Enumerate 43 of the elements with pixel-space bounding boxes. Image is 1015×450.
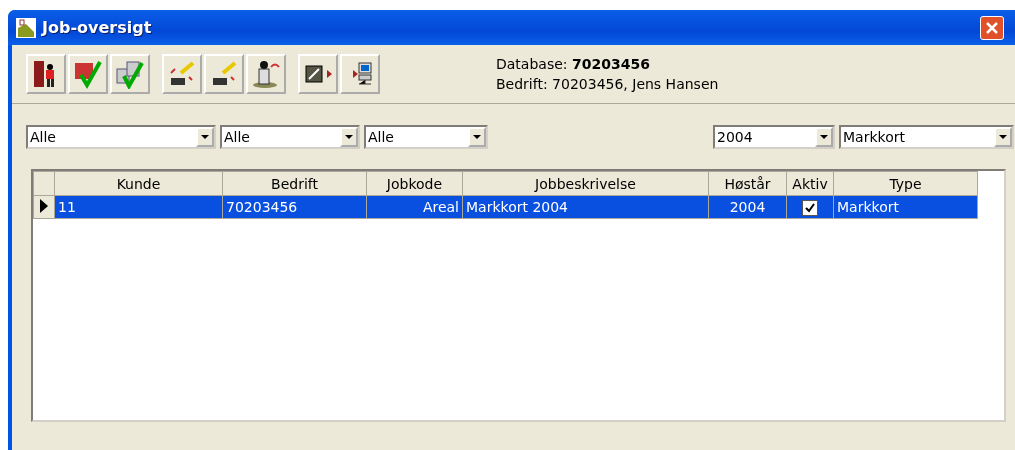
table-cell: 70203456 — [222, 195, 367, 219]
dropdown-arrow-icon — [201, 135, 209, 139]
column-header[interactable]: Type — [833, 171, 978, 196]
dropdown-button[interactable] — [340, 127, 358, 147]
filter-dropdown[interactable]: Alle — [220, 125, 360, 149]
database-text: Database: 70203456 — [496, 56, 651, 72]
close-icon — [985, 20, 999, 35]
window-title: Job-oversigt — [42, 18, 153, 37]
dropdown-button[interactable] — [468, 127, 486, 147]
toolbar-button[interactable] — [340, 54, 380, 94]
column-header[interactable]: Bedrift — [222, 171, 367, 196]
toolbar-button[interactable] — [246, 54, 286, 94]
table-check-icon — [73, 59, 103, 89]
dropdown-button[interactable] — [994, 127, 1012, 147]
documents-check-icon — [115, 59, 145, 89]
column-header[interactable]: Aktiv — [786, 171, 834, 196]
person-undo-icon — [251, 59, 281, 89]
toolbar-button[interactable] — [204, 54, 244, 94]
dropdown-button[interactable] — [196, 127, 214, 147]
app-icon — [16, 17, 36, 38]
close-button[interactable] — [980, 15, 1004, 40]
filter-dropdown[interactable]: Markkort — [839, 125, 1014, 149]
dropdown-arrow-icon — [820, 135, 828, 139]
column-header[interactable]: Jobbeskrivelse — [462, 171, 709, 196]
dropdown-arrow-icon — [999, 135, 1007, 139]
column-header[interactable]: Kunde — [54, 171, 223, 196]
company-text: Bedrift: 70203456, Jens Hansen — [496, 76, 719, 92]
dropdown-arrow-icon — [345, 135, 353, 139]
table-cell: Markkort 2004 — [462, 195, 709, 219]
filter-dropdown[interactable]: Alle — [364, 125, 488, 149]
table-cell: Markkort — [833, 195, 978, 219]
filter-dropdown[interactable]: 2004 — [713, 125, 835, 149]
active-checkbox[interactable] — [802, 199, 818, 216]
table-cell: 11 — [54, 195, 223, 219]
column-header[interactable]: Jobkode — [366, 171, 463, 196]
column-header[interactable]: Høstår — [708, 171, 787, 196]
dropdown-button[interactable] — [815, 127, 833, 147]
dropdown-arrow-icon — [473, 135, 481, 139]
toolbar-button[interactable] — [26, 54, 66, 94]
toolbar-button[interactable] — [162, 54, 202, 94]
toolbar-button[interactable] — [298, 54, 338, 94]
current-row-icon — [40, 198, 48, 213]
filter-dropdown[interactable]: Alle — [26, 125, 216, 149]
